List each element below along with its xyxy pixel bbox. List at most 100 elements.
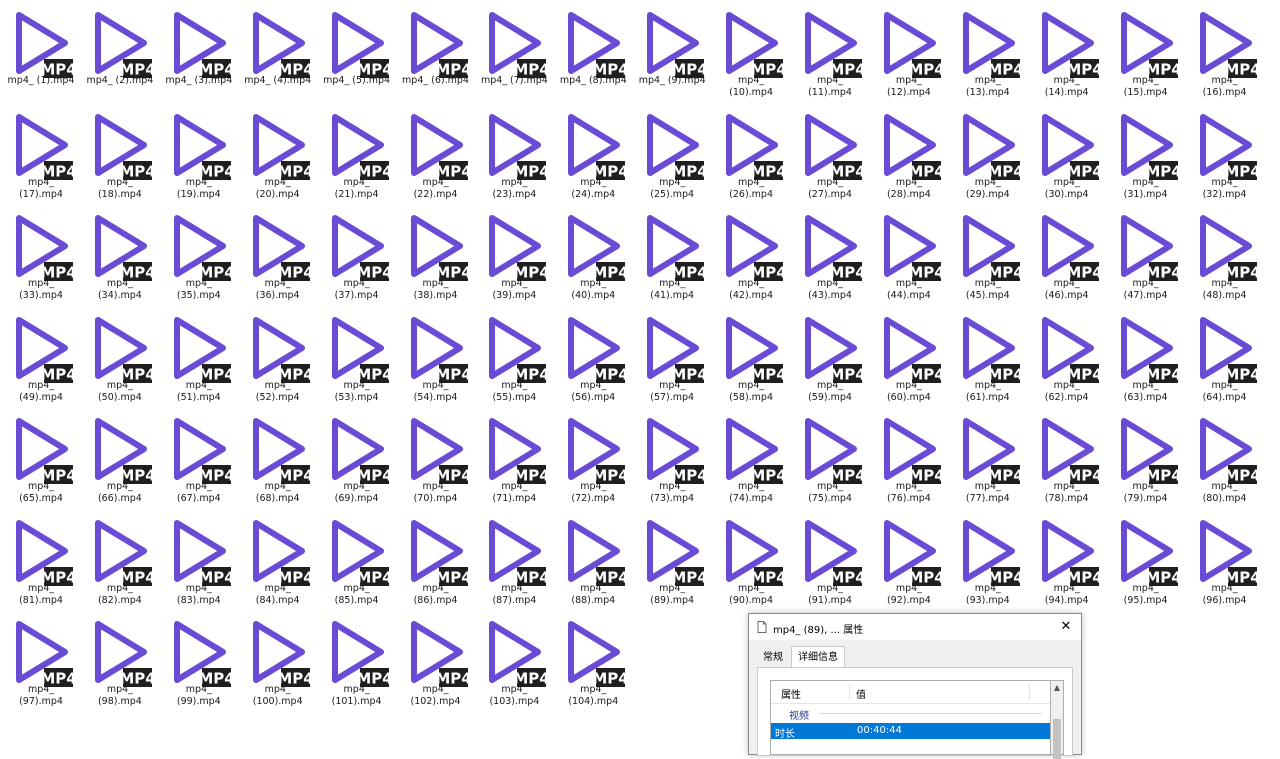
- file-item[interactable]: MP4 mp4_ (11).mp4: [791, 3, 869, 103]
- vertical-scrollbar[interactable]: ▲: [1050, 680, 1064, 759]
- file-item[interactable]: MP4 mp4_ (104).mp4: [554, 612, 632, 712]
- file-item[interactable]: MP4 mp4_ (67).mp4: [160, 409, 238, 509]
- close-icon[interactable]: ✕: [1053, 614, 1079, 640]
- file-item[interactable]: MP4 mp4_ (70).mp4: [397, 409, 475, 509]
- file-item[interactable]: MP4 mp4_ (40).mp4: [554, 206, 632, 306]
- tab-general[interactable]: 常规: [757, 648, 789, 668]
- file-item[interactable]: MP4 mp4_ (59).mp4: [791, 308, 869, 408]
- column-divider[interactable]: [849, 684, 850, 700]
- file-item[interactable]: MP4 mp4_ (77).mp4: [949, 409, 1027, 509]
- file-item[interactable]: MP4 mp4_ (4).mp4: [239, 3, 317, 103]
- file-item[interactable]: MP4 mp4_ (23).mp4: [475, 105, 553, 205]
- file-item[interactable]: MP4 mp4_ (66).mp4: [81, 409, 159, 509]
- file-item[interactable]: MP4 mp4_ (30).mp4: [1028, 105, 1106, 205]
- file-item[interactable]: MP4 mp4_ (68).mp4: [239, 409, 317, 509]
- file-item[interactable]: MP4 mp4_ (57).mp4: [633, 308, 711, 408]
- file-item[interactable]: MP4 mp4_ (102).mp4: [397, 612, 475, 712]
- file-item[interactable]: MP4 mp4_ (29).mp4: [949, 105, 1027, 205]
- file-item[interactable]: MP4 mp4_ (69).mp4: [318, 409, 396, 509]
- file-item[interactable]: MP4 mp4_ (17).mp4: [2, 105, 80, 205]
- file-item[interactable]: MP4 mp4_ (24).mp4: [554, 105, 632, 205]
- file-item[interactable]: MP4 mp4_ (55).mp4: [475, 308, 553, 408]
- file-item[interactable]: MP4 mp4_ (5).mp4: [318, 3, 396, 103]
- file-item[interactable]: MP4 mp4_ (19).mp4: [160, 105, 238, 205]
- file-item[interactable]: MP4 mp4_ (6).mp4: [397, 3, 475, 103]
- file-item[interactable]: MP4 mp4_ (35).mp4: [160, 206, 238, 306]
- file-item[interactable]: MP4 mp4_ (96).mp4: [1186, 511, 1264, 611]
- file-item[interactable]: MP4 mp4_ (54).mp4: [397, 308, 475, 408]
- file-item[interactable]: MP4 mp4_ (74).mp4: [712, 409, 790, 509]
- file-item[interactable]: MP4 mp4_ (9).mp4: [633, 3, 711, 103]
- file-item[interactable]: MP4 mp4_ (31).mp4: [1107, 105, 1185, 205]
- scroll-thumb[interactable]: [1053, 719, 1061, 759]
- file-item[interactable]: MP4 mp4_ (72).mp4: [554, 409, 632, 509]
- file-item[interactable]: MP4 mp4_ (12).mp4: [870, 3, 948, 103]
- file-item[interactable]: MP4 mp4_ (93).mp4: [949, 511, 1027, 611]
- file-item[interactable]: MP4 mp4_ (25).mp4: [633, 105, 711, 205]
- file-item[interactable]: MP4 mp4_ (78).mp4: [1028, 409, 1106, 509]
- file-item[interactable]: MP4 mp4_ (86).mp4: [397, 511, 475, 611]
- file-item[interactable]: MP4 mp4_ (90).mp4: [712, 511, 790, 611]
- tab-details[interactable]: 详细信息: [791, 646, 845, 669]
- file-item[interactable]: MP4 mp4_ (13).mp4: [949, 3, 1027, 103]
- file-item[interactable]: MP4 mp4_ (101).mp4: [318, 612, 396, 712]
- list-item-duration[interactable]: 时长 00:40:44: [771, 723, 1050, 740]
- file-item[interactable]: MP4 mp4_ (34).mp4: [81, 206, 159, 306]
- file-item[interactable]: MP4 mp4_ (97).mp4: [2, 612, 80, 712]
- file-item[interactable]: MP4 mp4_ (87).mp4: [475, 511, 553, 611]
- column-header-property[interactable]: 属性: [781, 686, 801, 701]
- file-item[interactable]: MP4 mp4_ (21).mp4: [318, 105, 396, 205]
- file-item[interactable]: MP4 mp4_ (81).mp4: [2, 511, 80, 611]
- file-item[interactable]: MP4 mp4_ (15).mp4: [1107, 3, 1185, 103]
- file-item[interactable]: MP4 mp4_ (98).mp4: [81, 612, 159, 712]
- file-item[interactable]: MP4 mp4_ (43).mp4: [791, 206, 869, 306]
- file-item[interactable]: MP4 mp4_ (8).mp4: [554, 3, 632, 103]
- file-item[interactable]: MP4 mp4_ (84).mp4: [239, 511, 317, 611]
- file-item[interactable]: MP4 mp4_ (41).mp4: [633, 206, 711, 306]
- file-item[interactable]: MP4 mp4_ (53).mp4: [318, 308, 396, 408]
- file-item[interactable]: MP4 mp4_ (76).mp4: [870, 409, 948, 509]
- file-item[interactable]: MP4 mp4_ (85).mp4: [318, 511, 396, 611]
- column-divider[interactable]: [1029, 684, 1030, 700]
- file-item[interactable]: MP4 mp4_ (18).mp4: [81, 105, 159, 205]
- file-item[interactable]: MP4 mp4_ (88).mp4: [554, 511, 632, 611]
- file-item[interactable]: MP4 mp4_ (99).mp4: [160, 612, 238, 712]
- file-item[interactable]: MP4 mp4_ (63).mp4: [1107, 308, 1185, 408]
- file-item[interactable]: MP4 mp4_ (28).mp4: [870, 105, 948, 205]
- file-item[interactable]: MP4 mp4_ (49).mp4: [2, 308, 80, 408]
- file-item[interactable]: MP4 mp4_ (79).mp4: [1107, 409, 1185, 509]
- file-item[interactable]: MP4 mp4_ (7).mp4: [475, 3, 553, 103]
- file-item[interactable]: MP4 mp4_ (100).mp4: [239, 612, 317, 712]
- file-item[interactable]: MP4 mp4_ (20).mp4: [239, 105, 317, 205]
- details-list[interactable]: 属性 值 视频 时长 00:40:44: [770, 680, 1050, 755]
- file-item[interactable]: MP4 mp4_ (61).mp4: [949, 308, 1027, 408]
- file-item[interactable]: MP4 mp4_ (103).mp4: [475, 612, 553, 712]
- file-item[interactable]: MP4 mp4_ (47).mp4: [1107, 206, 1185, 306]
- file-item[interactable]: MP4 mp4_ (89).mp4: [633, 511, 711, 611]
- file-item[interactable]: MP4 mp4_ (27).mp4: [791, 105, 869, 205]
- file-item[interactable]: MP4 mp4_ (80).mp4: [1186, 409, 1264, 509]
- file-item[interactable]: MP4 mp4_ (51).mp4: [160, 308, 238, 408]
- file-item[interactable]: MP4 mp4_ (58).mp4: [712, 308, 790, 408]
- file-item[interactable]: MP4 mp4_ (3).mp4: [160, 3, 238, 103]
- file-item[interactable]: MP4 mp4_ (44).mp4: [870, 206, 948, 306]
- file-item[interactable]: MP4 mp4_ (65).mp4: [2, 409, 80, 509]
- file-item[interactable]: MP4 mp4_ (95).mp4: [1107, 511, 1185, 611]
- file-item[interactable]: MP4 mp4_ (39).mp4: [475, 206, 553, 306]
- file-item[interactable]: MP4 mp4_ (32).mp4: [1186, 105, 1264, 205]
- file-item[interactable]: MP4 mp4_ (91).mp4: [791, 511, 869, 611]
- file-item[interactable]: MP4 mp4_ (73).mp4: [633, 409, 711, 509]
- file-item[interactable]: MP4 mp4_ (50).mp4: [81, 308, 159, 408]
- file-item[interactable]: MP4 mp4_ (42).mp4: [712, 206, 790, 306]
- file-item[interactable]: MP4 mp4_ (2).mp4: [81, 3, 159, 103]
- file-item[interactable]: MP4 mp4_ (71).mp4: [475, 409, 553, 509]
- file-item[interactable]: MP4 mp4_ (62).mp4: [1028, 308, 1106, 408]
- file-item[interactable]: MP4 mp4_ (60).mp4: [870, 308, 948, 408]
- file-item[interactable]: MP4 mp4_ (38).mp4: [397, 206, 475, 306]
- scroll-up-icon[interactable]: ▲: [1051, 681, 1063, 695]
- file-item[interactable]: MP4 mp4_ (75).mp4: [791, 409, 869, 509]
- file-item[interactable]: MP4 mp4_ (16).mp4: [1186, 3, 1264, 103]
- file-item[interactable]: MP4 mp4_ (22).mp4: [397, 105, 475, 205]
- file-item[interactable]: MP4 mp4_ (1).mp4: [2, 3, 80, 103]
- file-item[interactable]: MP4 mp4_ (26).mp4: [712, 105, 790, 205]
